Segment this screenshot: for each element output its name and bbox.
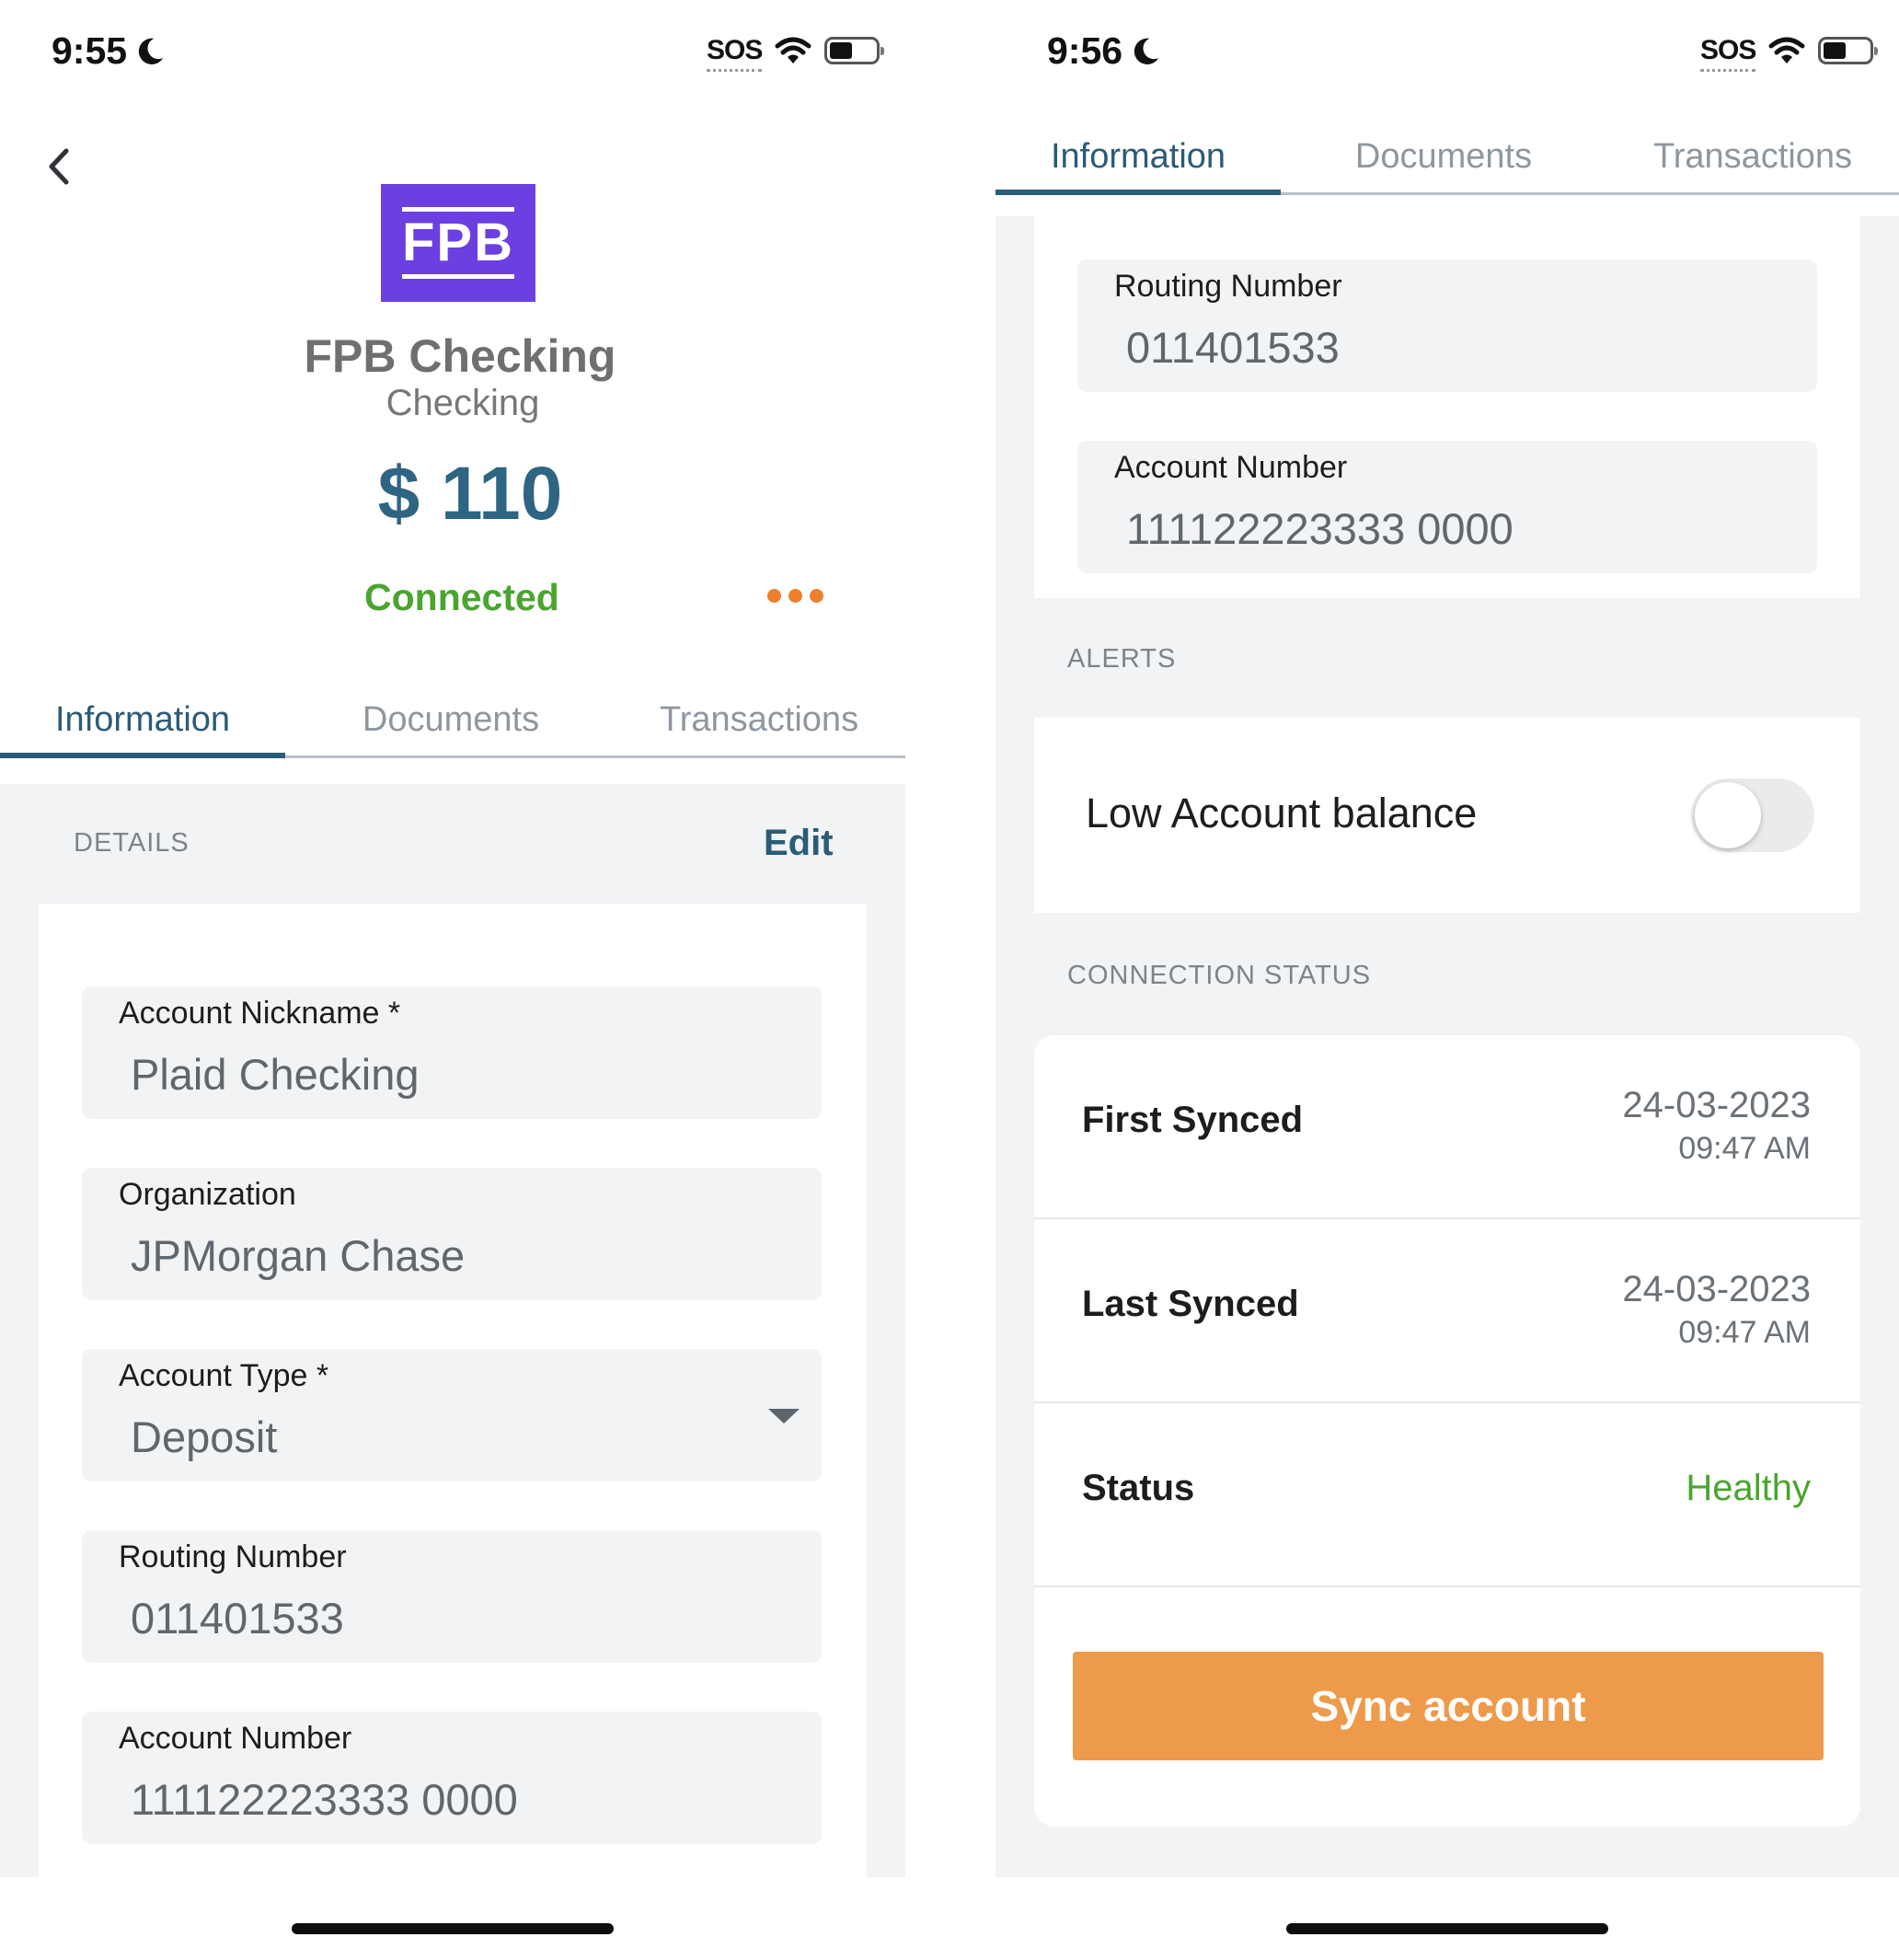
routing-number-field[interactable]: Routing Number 011401533	[1077, 259, 1817, 392]
status-time: 9:56	[1047, 29, 1161, 73]
toggle-knob	[1695, 782, 1761, 848]
field-label: Account Number	[119, 1721, 352, 1756]
account-number-field[interactable]: Account Number 111122223333 0000	[1077, 441, 1817, 573]
row-time: 09:47 AM	[1678, 1315, 1811, 1350]
field-label: Account Number	[1114, 450, 1348, 485]
field-label: Routing Number	[1114, 269, 1342, 304]
row-label: First Synced	[1082, 1100, 1304, 1140]
field-label: Account Nickname *	[119, 996, 401, 1031]
organization-field[interactable]: Organization JPMorgan Chase	[82, 1168, 822, 1300]
battery-icon	[1818, 37, 1879, 64]
wifi-icon	[775, 37, 811, 63]
alerts-card: Low Account balance	[1034, 718, 1860, 913]
sync-account-label: Sync account	[1310, 1682, 1586, 1730]
status-row: Status Healthy	[1034, 1403, 1860, 1587]
edit-link[interactable]: Edit	[764, 823, 834, 864]
more-options-icon[interactable]	[767, 589, 823, 603]
status-time: 9:55	[52, 29, 166, 73]
status-icons: SOS	[707, 35, 885, 72]
sync-account-button[interactable]: Sync account	[1073, 1652, 1824, 1760]
status-time-text: 9:56	[1047, 29, 1123, 72]
home-indicator	[1286, 1923, 1608, 1934]
battery-icon	[824, 37, 885, 64]
row-date: 24-03-2023	[1622, 1269, 1811, 1309]
details-section: DETAILS Edit Account Nickname * Plaid Ch…	[0, 784, 905, 1877]
row-label: Status	[1082, 1468, 1195, 1508]
tab-information[interactable]: Information	[0, 692, 285, 747]
field-value: 011401533	[1126, 323, 1340, 372]
status-icons: SOS	[1700, 35, 1879, 72]
field-value: JPMorgan Chase	[131, 1231, 466, 1280]
row-label: Last Synced	[1082, 1284, 1299, 1324]
field-value: 011401533	[131, 1594, 344, 1643]
back-chevron-icon[interactable]	[44, 145, 75, 188]
account-name: FPB Checking	[304, 330, 616, 382]
field-label: Account Type *	[119, 1358, 329, 1393]
field-value: 111122223333 0000	[1126, 504, 1513, 553]
tab-documents[interactable]: Documents	[299, 692, 603, 747]
first-synced-row: First Synced 24-03-2023 09:47 AM	[1034, 1035, 1860, 1219]
alerts-label: ALERTS	[1067, 644, 1177, 674]
routing-number-field[interactable]: Routing Number 011401533	[82, 1530, 822, 1663]
tab-bar: Information Documents Transactions	[0, 692, 905, 758]
connection-status: Connected	[364, 576, 559, 618]
sos-indicator: SOS	[1700, 35, 1756, 72]
account-number-field[interactable]: Account Number 111122223333 0000	[82, 1712, 822, 1844]
low-balance-toggle[interactable]	[1691, 778, 1814, 852]
connection-status-card: First Synced 24-03-2023 09:47 AM Last Sy…	[1034, 1035, 1860, 1827]
tab-transactions[interactable]: Transactions	[607, 692, 905, 747]
details-card: Account Nickname * Plaid Checking Organi…	[39, 904, 867, 1877]
connection-status-label: CONNECTION STATUS	[1067, 961, 1372, 990]
low-balance-label: Low Account balance	[1086, 790, 1478, 836]
row-time: 09:47 AM	[1678, 1131, 1811, 1166]
details-label: DETAILS	[74, 828, 190, 858]
field-value: 111122223333 0000	[131, 1775, 518, 1824]
field-label: Routing Number	[119, 1539, 347, 1574]
account-screen-right: 9:56 SOS Information Documents Transacti…	[996, 0, 1899, 1960]
last-synced-row: Last Synced 24-03-2023 09:47 AM	[1034, 1219, 1860, 1403]
account-balance: $ 110	[377, 452, 563, 536]
field-value: Deposit	[131, 1412, 278, 1461]
moon-icon	[138, 38, 164, 64]
moon-icon	[1134, 38, 1159, 64]
tab-documents[interactable]: Documents	[1292, 129, 1595, 184]
bank-logo: FPB	[381, 184, 535, 302]
account-screen-left: 9:55 SOS FPB FPB Checking Checking $ 110…	[0, 0, 905, 1960]
active-tab-indicator	[0, 753, 285, 758]
status-time-text: 9:55	[52, 29, 128, 72]
active-tab-indicator	[996, 190, 1281, 195]
status-value: Healthy	[1686, 1468, 1811, 1508]
tab-bar: Information Documents Transactions	[996, 129, 1899, 195]
sos-indicator: SOS	[707, 35, 763, 72]
account-nickname-field[interactable]: Account Nickname * Plaid Checking	[82, 986, 822, 1119]
dropdown-arrow-icon[interactable]	[766, 1406, 801, 1426]
field-label: Organization	[119, 1177, 296, 1212]
details-card-bottom: Routing Number 011401533 Account Number …	[1034, 216, 1860, 598]
tab-transactions[interactable]: Transactions	[1601, 129, 1899, 184]
field-value: Plaid Checking	[131, 1050, 420, 1099]
account-subtype: Checking	[386, 383, 540, 423]
wifi-icon	[1768, 37, 1805, 63]
row-date: 24-03-2023	[1622, 1085, 1811, 1125]
scrolled-content: Routing Number 011401533 Account Number …	[996, 216, 1899, 1877]
home-indicator	[292, 1923, 614, 1934]
account-type-select[interactable]: Account Type * Deposit	[82, 1349, 822, 1482]
tab-information[interactable]: Information	[996, 129, 1281, 184]
bank-logo-text: FPB	[402, 213, 514, 272]
